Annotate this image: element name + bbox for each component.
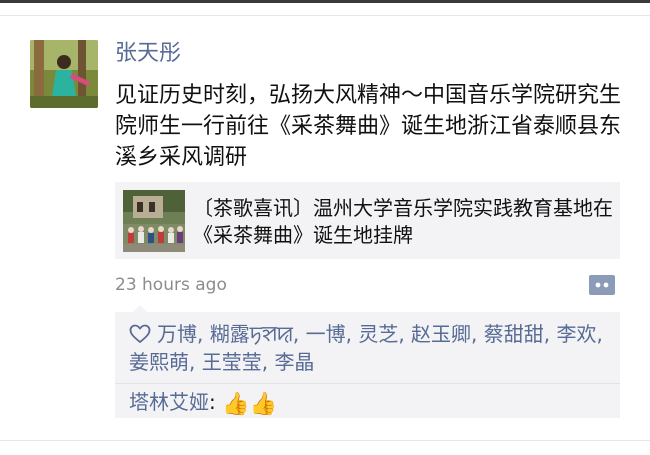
- comment-dots-icon[interactable]: [588, 273, 616, 297]
- liker-name[interactable]: 灵芝: [358, 322, 398, 346]
- like-separator: ,: [471, 322, 484, 346]
- top-status-strip: [0, 0, 650, 3]
- comment-item[interactable]: 塔林艾娅: 👍👍: [129, 388, 277, 419]
- comment-colon: :: [209, 390, 223, 414]
- post-text: 见证历史时刻，弘扬大风精神～中国音乐学院研究生院师生一行前往《采茶舞曲》诞生地浙…: [115, 83, 622, 170]
- like-separator: ,: [543, 322, 557, 346]
- liker-name[interactable]: 李欢: [556, 322, 596, 346]
- like-separator: ,: [189, 350, 202, 374]
- liker-name[interactable]: 王莹莹: [202, 350, 262, 374]
- feed-separator-bottom: [0, 440, 650, 441]
- feed-separator-top: [0, 15, 650, 16]
- comment-author[interactable]: 塔林艾娅: [129, 390, 209, 414]
- liker-name[interactable]: 李晶: [274, 350, 314, 374]
- likes-comments-divider: [115, 383, 620, 384]
- liker-name[interactable]: 赵玉卿: [411, 322, 471, 346]
- likes-list: 万博, 糊露ꠠꠡꠢ, 一博, 灵芝, 赵玉卿, 蔡甜甜, 李欢, 姜熙萌, 王莹…: [129, 320, 613, 376]
- link-thumbnail: [123, 190, 185, 252]
- author-avatar[interactable]: [30, 40, 98, 108]
- like-separator: ,: [261, 350, 275, 374]
- liker-name[interactable]: 姜熙萌: [129, 350, 189, 374]
- post-author-name[interactable]: 张天彤: [115, 40, 181, 68]
- thumbs-up-emoji: 👍👍: [222, 392, 277, 417]
- shared-link-card[interactable]: 〔茶歌喜讯〕温州大学音乐学院实践教育基地在《采茶舞曲》诞生地挂牌: [115, 182, 620, 259]
- liker-name[interactable]: 一博: [306, 322, 346, 346]
- liker-name[interactable]: 糊露ꠠꠡꠢ: [210, 322, 293, 346]
- heart-outline-icon: [129, 323, 151, 343]
- social-panel: 万博, 糊露ꠠꠡꠢ, 一博, 灵芝, 赵玉卿, 蔡甜甜, 李欢, 姜熙萌, 王莹…: [115, 305, 620, 419]
- like-separator: ,: [197, 322, 210, 346]
- like-separator: ,: [596, 322, 603, 346]
- post-timestamp: 23 hours ago: [115, 275, 227, 295]
- like-separator: ,: [345, 322, 359, 346]
- social-panel-arrow: [133, 305, 147, 312]
- link-title: 〔茶歌喜讯〕温州大学音乐学院实践教育基地在《采茶舞曲》诞生地挂牌: [193, 196, 613, 247]
- like-separator: ,: [398, 322, 412, 346]
- liker-name[interactable]: 蔡甜甜: [484, 322, 544, 346]
- like-separator: ,: [292, 322, 306, 346]
- liker-name[interactable]: 万博: [157, 322, 197, 346]
